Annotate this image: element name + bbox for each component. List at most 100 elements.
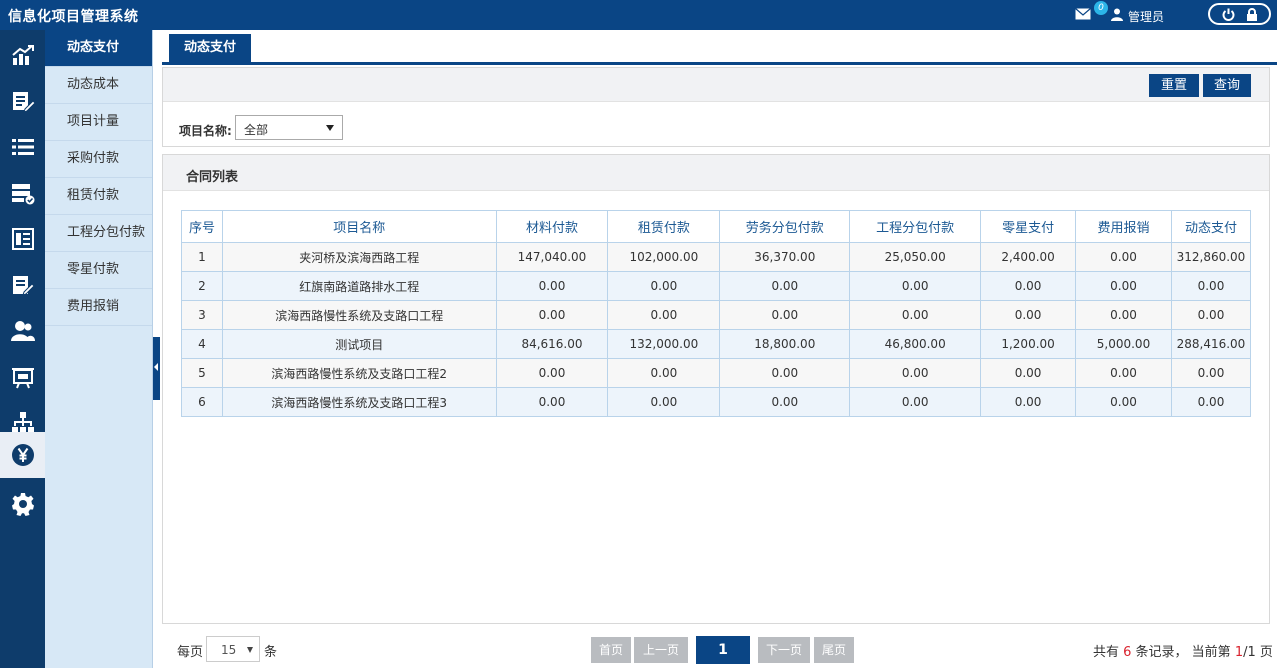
column-header[interactable]: 零星支付	[980, 210, 1077, 243]
rail-item-edit-doc[interactable]	[0, 78, 45, 124]
project-name-select[interactable]: 全部	[235, 115, 343, 140]
table-cell: 0.00	[495, 387, 609, 417]
book-icon	[11, 228, 34, 250]
submenu-item-dynamic-cost[interactable]: 动态成本	[45, 67, 152, 104]
submenu-item-dynamic-payment[interactable]: 动态支付	[45, 30, 152, 67]
table-cell: 0.00	[495, 271, 609, 301]
contract-list-title: 合同列表	[186, 170, 239, 185]
summary-suffix: 页	[1255, 645, 1273, 660]
table-cell: 25,050.00	[849, 242, 982, 272]
column-header[interactable]: 动态支付	[1170, 210, 1252, 243]
rail-item-presentation[interactable]	[0, 354, 45, 400]
table-cell: 0.00	[719, 271, 851, 301]
per-page-value: 15	[221, 643, 237, 657]
power-icon[interactable]	[1222, 8, 1235, 21]
reset-button[interactable]: 重置	[1149, 74, 1199, 97]
column-header[interactable]: 序号	[181, 210, 223, 243]
users-icon	[10, 321, 35, 341]
table-cell: 132,000.00	[607, 329, 721, 359]
table-cell: 6	[181, 387, 223, 417]
table-header-row: 序号 项目名称 材料付款 租赁付款 劳务分包付款 工程分包付款 零星支付 费用报…	[181, 210, 1252, 243]
rail-item-list[interactable]	[0, 124, 45, 170]
submenu-item-project-measure[interactable]: 项目计量	[45, 104, 152, 141]
submenu-item-lease-payment[interactable]: 租赁付款	[45, 178, 152, 215]
table-row[interactable]: 2 红旗南路道路排水工程 0.00 0.00 0.00 0.00 0.00 0.00 0.00	[181, 271, 1252, 301]
table-cell: 5	[181, 358, 223, 388]
tab-dynamic-payment[interactable]: 动态支付	[169, 34, 251, 62]
table-cell: 1,200.00	[980, 329, 1077, 359]
mail-icon[interactable]	[1075, 8, 1091, 20]
prev-page-button[interactable]: 上一页	[634, 637, 688, 663]
column-header[interactable]: 费用报销	[1075, 210, 1172, 243]
submenu-item-purchase-payment[interactable]: 采购付款	[45, 141, 152, 178]
query-button[interactable]: 查询	[1203, 74, 1251, 97]
per-page-label: 每页	[177, 645, 204, 660]
table-cell: 0.00	[1075, 300, 1172, 330]
per-page-unit: 条	[264, 645, 278, 660]
summary-prefix: 共有	[1093, 645, 1124, 660]
table-cell: 4	[181, 329, 223, 359]
table-cell: 0.00	[1170, 271, 1252, 301]
rail-item-book[interactable]	[0, 216, 45, 262]
record-summary: 共有 6 条记录， 当前第 1/1 页	[1093, 641, 1273, 660]
pagination-bar: 每页 15 条 首页 上一页 1 下一页 尾页 共有 6 条记录， 当前第 1/…	[162, 628, 1277, 668]
table-cell: 0.00	[980, 358, 1077, 388]
table-cell: 0.00	[719, 300, 851, 330]
table-cell: 288,416.00	[1170, 329, 1252, 359]
table-cell: 0.00	[719, 387, 851, 417]
table-cell: 0.00	[1170, 358, 1252, 388]
contract-list-panel: 合同列表 序号 项目名称 材料付款 租赁付款 劳务分包付款 工程分包付款 零星支…	[162, 154, 1270, 624]
next-page-button[interactable]: 下一页	[758, 637, 810, 663]
rail-item-users[interactable]	[0, 308, 45, 354]
table-cell: 0.00	[1170, 387, 1252, 417]
contract-table: 序号 项目名称 材料付款 租赁付款 劳务分包付款 工程分包付款 零星支付 费用报…	[181, 210, 1252, 417]
table-cell: 0.00	[1075, 358, 1172, 388]
last-page-button[interactable]: 尾页	[814, 637, 854, 663]
search-panel: 重置 查询 项目名称: 全部	[162, 67, 1270, 147]
edit-doc-icon	[12, 92, 35, 113]
table-row[interactable]: 5 滨海西路慢性系统及支路口工程2 0.00 0.00 0.00 0.00 0.00 0.00…	[181, 358, 1252, 388]
submenu-item-sporadic-payment[interactable]: 零星付款	[45, 252, 152, 289]
table-cell: 1	[181, 242, 223, 272]
rail-item-chart[interactable]	[0, 32, 45, 78]
table-cell: 36,370.00	[719, 242, 851, 272]
contract-list-header: 合同列表	[163, 155, 1269, 191]
collapse-sidebar-handle[interactable]	[153, 337, 160, 400]
column-header[interactable]: 租赁付款	[607, 210, 721, 243]
table-cell: 红旗南路道路排水工程	[221, 271, 497, 301]
table-cell: 滨海西路慢性系统及支路口工程3	[221, 387, 497, 417]
column-header[interactable]: 材料付款	[495, 210, 609, 243]
column-header[interactable]: 工程分包付款	[849, 210, 982, 243]
list-icon	[11, 139, 34, 155]
table-cell: 102,000.00	[607, 242, 721, 272]
table-cell: 0.00	[1170, 300, 1252, 330]
table-row[interactable]: 4 测试项目 84,616.00 132,000.00 18,800.00 46,800.…	[181, 329, 1252, 359]
per-page-select[interactable]: 15	[206, 636, 260, 662]
edit-icon	[12, 276, 35, 296]
current-page-number: 1	[1234, 645, 1244, 660]
submenu-item-subcontract-payment[interactable]: 工程分包付款	[45, 215, 152, 252]
submenu-item-expense-claim[interactable]: 费用报销	[45, 289, 152, 326]
search-toolbar: 重置 查询	[163, 68, 1269, 102]
current-page-button[interactable]: 1	[696, 636, 750, 664]
table-row[interactable]: 6 滨海西路慢性系统及支路口工程3 0.00 0.00 0.00 0.00 0.00 0.00…	[181, 387, 1252, 417]
user-name[interactable]: 管理员	[1128, 8, 1164, 25]
lock-icon[interactable]	[1246, 8, 1258, 21]
rail-item-server[interactable]	[0, 170, 45, 216]
presentation-icon	[11, 368, 34, 389]
first-page-button[interactable]: 首页	[591, 637, 631, 663]
rail-item-edit[interactable]	[0, 262, 45, 308]
table-cell: 2,400.00	[980, 242, 1077, 272]
table-row[interactable]: 3 滨海西路慢性系统及支路口工程 0.00 0.00 0.00 0.00 0.00 0.00 0…	[181, 300, 1252, 330]
mail-count-badge: 0	[1094, 1, 1108, 15]
table-cell: 夹河桥及滨海西路工程	[221, 242, 497, 272]
table-cell: 滨海西路慢性系统及支路口工程2	[221, 358, 497, 388]
column-header[interactable]: 项目名称	[221, 210, 497, 243]
table-row[interactable]: 1 夹河桥及滨海西路工程 147,040.00 102,000.00 36,370.00…	[181, 242, 1252, 272]
column-header[interactable]: 劳务分包付款	[719, 210, 851, 243]
caret-down-icon	[247, 647, 253, 653]
rail-item-yen[interactable]	[0, 432, 45, 478]
table-cell: 0.00	[849, 358, 982, 388]
rail-item-settings[interactable]	[0, 481, 45, 527]
project-name-value: 全部	[244, 123, 269, 137]
